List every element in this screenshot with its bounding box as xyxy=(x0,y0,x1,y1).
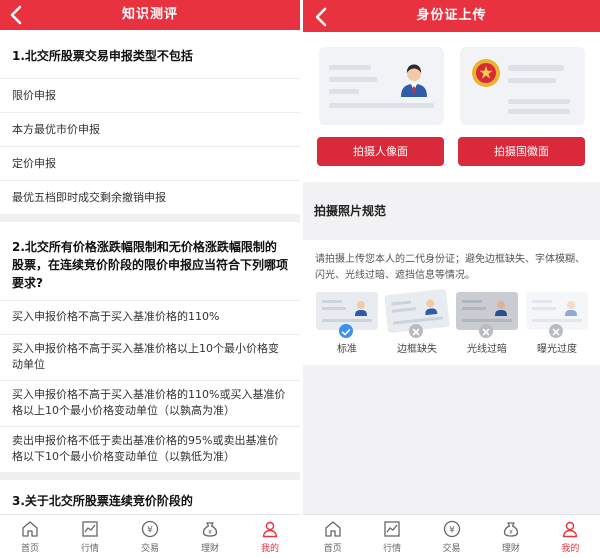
person-icon xyxy=(262,521,278,538)
tab-home[interactable]: 首页 xyxy=(0,515,60,558)
tab-home[interactable]: 首页 xyxy=(303,515,362,558)
tab-market[interactable]: 行情 xyxy=(60,515,120,558)
person-icon xyxy=(563,521,578,538)
tab-label: 我的 xyxy=(260,544,279,554)
chart-icon xyxy=(384,521,400,537)
tab-label: 首页 xyxy=(323,544,342,554)
national-emblem-icon xyxy=(472,59,570,114)
sample-overexposed: 曝光过度 xyxy=(525,292,589,355)
svg-text:¥: ¥ xyxy=(208,529,212,536)
money-bag-icon: ¥ xyxy=(202,522,218,537)
question-2: 2.北交所有价格涨跌幅限制和无价格涨跌幅限制的股票，在连续竞价阶段的限价申报应当… xyxy=(0,222,300,472)
question-title: 3.关于北交所股票连续竞价阶段的 xyxy=(12,494,193,508)
sample-too-dark: 光线过暗 xyxy=(455,292,519,355)
quiz-header: 知识测评 xyxy=(0,0,300,30)
id-card-portrait-icon xyxy=(329,64,434,108)
chart-icon xyxy=(82,521,98,537)
photo-rules-panel: 请拍摄上传您本人的二代身份证；避免边框缺失、字体模糊、闪光、光线过暗、遮挡信息等… xyxy=(303,240,600,365)
capture-front-button[interactable]: 拍摄人像面 xyxy=(317,137,444,166)
tab-mine[interactable]: 我的 xyxy=(541,515,600,558)
tab-label: 行情 xyxy=(383,544,402,554)
tab-bar: 首页 行情 ¥ 交易 ¥ 理财 我的 xyxy=(303,514,600,558)
rules-description: 请拍摄上传您本人的二代身份证；避免边框缺失、字体模糊、闪光、光线过暗、遮挡信息等… xyxy=(315,254,585,281)
answer-option[interactable]: 买入申报价格不高于买入基准价格的110% xyxy=(0,300,300,334)
id-card-back-placeholder[interactable] xyxy=(460,47,585,125)
tab-label: 我的 xyxy=(561,544,580,554)
section-divider xyxy=(0,472,300,480)
tab-label: 理财 xyxy=(200,544,219,554)
upload-header: 身份证上传 xyxy=(303,0,600,32)
svg-text:¥: ¥ xyxy=(449,526,455,536)
check-icon xyxy=(339,324,353,338)
tab-market[interactable]: 行情 xyxy=(362,515,421,558)
answer-option[interactable]: 定价申报 xyxy=(0,146,300,180)
question-1: 1.北交所股票交易申报类型不包括 限价申报 本方最优市价申报 定价申报 最优五档… xyxy=(0,30,300,214)
question-title: 1.北交所股票交易申报类型不包括 xyxy=(12,49,193,63)
page-title: 知识测评 xyxy=(121,7,178,22)
cross-icon xyxy=(409,324,423,338)
sample-label: 光线过暗 xyxy=(467,344,507,355)
page-title: 身份证上传 xyxy=(416,8,487,23)
id-card-front-placeholder[interactable] xyxy=(319,47,444,125)
cross-icon xyxy=(479,324,493,338)
tab-bar: 首页 行情 ¥ 交易 ¥ 理财 我的 xyxy=(0,514,300,558)
quiz-screen: 知识测评 1.北交所股票交易申报类型不包括 限价申报 本方最优市价申报 定价申报… xyxy=(0,0,300,558)
tab-mine[interactable]: 我的 xyxy=(240,515,300,558)
rules-title: 拍摄照片规范 xyxy=(314,204,387,218)
answer-option[interactable]: 买入申报价格不高于买入基准价格以上10个最小价格变动单位 xyxy=(0,334,300,380)
tab-label: 交易 xyxy=(442,544,461,554)
quiz-list[interactable]: 1.北交所股票交易申报类型不包括 限价申报 本方最优市价申报 定价申报 最优五档… xyxy=(0,30,300,514)
cross-icon xyxy=(549,324,563,338)
yuan-icon: ¥ xyxy=(141,520,159,538)
answer-option[interactable]: 最优五档即时成交剩余撤销申报 xyxy=(0,180,300,214)
answer-option[interactable]: 本方最优市价申报 xyxy=(0,112,300,146)
tab-label: 理财 xyxy=(501,544,520,554)
yuan-icon: ¥ xyxy=(443,520,460,538)
money-bag-icon: ¥ xyxy=(503,522,519,537)
sample-missing-border: 边框缺失 xyxy=(384,288,450,355)
sample-label: 标准 xyxy=(337,344,357,355)
tab-trade[interactable]: ¥ 交易 xyxy=(422,515,481,558)
tab-trade[interactable]: ¥ 交易 xyxy=(120,515,180,558)
id-upload-panel: 拍摄人像面 拍摄国徽面 xyxy=(303,32,600,182)
question-title: 2.北交所有价格涨跌幅限制和无价格涨跌幅限制的股票，在连续竞价阶段的限价申报应当… xyxy=(12,240,289,290)
answer-option[interactable]: 限价申报 xyxy=(0,78,300,112)
sample-label: 曝光过度 xyxy=(537,344,577,355)
home-icon xyxy=(325,521,341,537)
tab-wealth[interactable]: ¥ 理财 xyxy=(481,515,540,558)
sample-standard: 标准 xyxy=(315,292,379,355)
sample-label: 边框缺失 xyxy=(397,344,437,355)
svg-text:¥: ¥ xyxy=(509,529,513,536)
capture-back-button[interactable]: 拍摄国徽面 xyxy=(458,137,585,166)
tab-label: 行情 xyxy=(80,544,99,554)
answer-option[interactable]: 卖出申报价格不低于卖出基准价格的95%或卖出基准价格以下10个最小价格变动单位（… xyxy=(0,426,300,472)
tab-label: 首页 xyxy=(20,544,39,554)
svg-text:¥: ¥ xyxy=(147,526,153,536)
id-upload-screen: 身份证上传 拍摄人像面 拍摄国徽面 拍摄照片规范 请拍摄上传您本人的二代身份证；… xyxy=(303,0,600,558)
section-divider xyxy=(0,214,300,222)
answer-option[interactable]: 买入申报价格不高于买入基准价格的110%或买入基准价格以上10个最小价格变动单位… xyxy=(0,380,300,426)
tab-label: 交易 xyxy=(140,544,159,554)
question-3: 3.关于北交所股票连续竞价阶段的 xyxy=(0,480,300,514)
home-icon xyxy=(22,521,38,537)
tab-wealth[interactable]: ¥ 理财 xyxy=(180,515,240,558)
